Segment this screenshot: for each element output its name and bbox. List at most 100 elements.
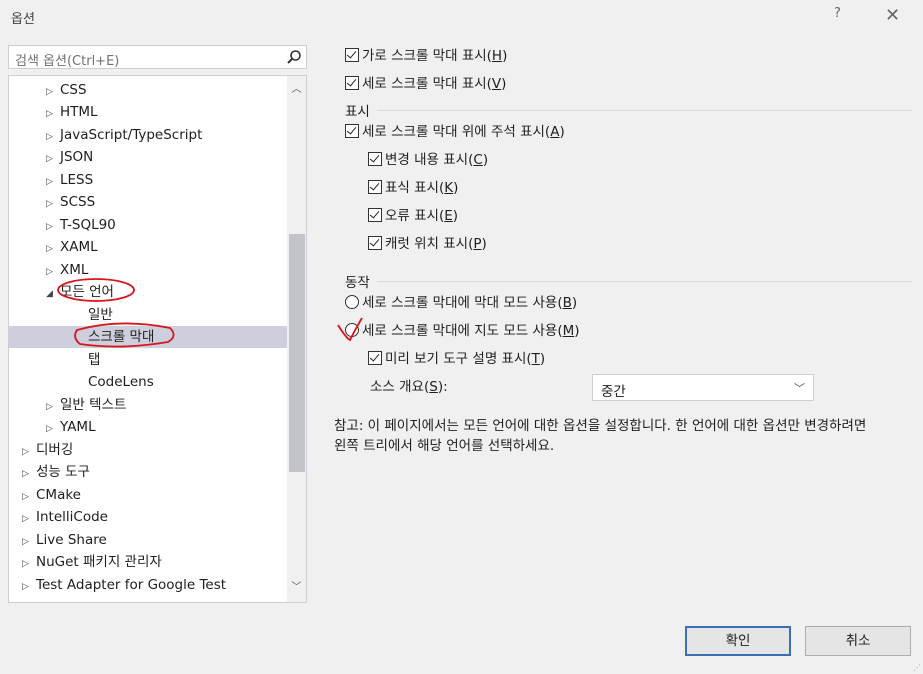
chevron-down-icon[interactable]: ﹀ bbox=[794, 380, 805, 396]
checkbox-checked-icon[interactable] bbox=[368, 180, 382, 194]
source-overview-label: 소스 개요(S): bbox=[370, 376, 448, 398]
v-scrollbar-checkbox[interactable]: 세로 스크롤 막대 표시(V) bbox=[345, 73, 506, 95]
tree-item-codelens[interactable]: CodeLens bbox=[88, 371, 154, 393]
expand-arrow-icon[interactable]: ▷ bbox=[46, 148, 60, 170]
tree-item-intellicode[interactable]: ▷ IntelliCode bbox=[22, 506, 108, 528]
expand-arrow-icon[interactable]: ▷ bbox=[46, 126, 60, 148]
tree-item-scss[interactable]: ▷ SCSS bbox=[46, 191, 95, 213]
tree-item-plain-text[interactable]: ▷ 일반 텍스트 bbox=[46, 394, 126, 416]
expand-arrow-icon[interactable]: ▷ bbox=[46, 396, 60, 418]
expand-arrow-icon[interactable]: ▷ bbox=[46, 238, 60, 260]
expand-arrow-icon[interactable]: ▷ bbox=[22, 486, 36, 508]
expand-arrow-icon[interactable]: ▷ bbox=[22, 441, 36, 463]
select-value: 중간 bbox=[601, 384, 626, 400]
show-changes-checkbox[interactable]: 변경 내용 표시(C) bbox=[368, 149, 488, 171]
show-caret-checkbox[interactable]: 캐럿 위치 표시(P) bbox=[368, 233, 487, 255]
expand-arrow-icon[interactable]: ▷ bbox=[22, 508, 36, 530]
show-marks-checkbox[interactable]: 표식 표시(K) bbox=[368, 177, 458, 199]
tree-item-yaml[interactable]: ▷ YAML bbox=[46, 416, 96, 438]
tree-item-label: 디버깅 bbox=[36, 442, 74, 458]
window-title: 옵션 bbox=[11, 12, 35, 27]
checkbox-checked-icon[interactable] bbox=[345, 48, 359, 62]
show-errors-checkbox[interactable]: 오류 표시(E) bbox=[368, 205, 458, 227]
tree-item-xml[interactable]: ▷ XML bbox=[46, 259, 88, 281]
tree-item-label: CodeLens bbox=[88, 374, 154, 390]
option-label-end: ): bbox=[437, 379, 448, 395]
expand-arrow-icon[interactable]: ▷ bbox=[46, 81, 60, 103]
tree-item-label: YAML bbox=[60, 419, 96, 435]
expand-arrow-icon[interactable]: ▷ bbox=[22, 576, 36, 598]
tree-item-all-languages[interactable]: ◢ 모든 언어 bbox=[46, 281, 114, 303]
checkbox-checked-icon[interactable] bbox=[368, 208, 382, 222]
search-input[interactable]: 검색 옵션(Ctrl+E) bbox=[8, 45, 307, 69]
resize-grip-icon[interactable]: ⋰ bbox=[913, 663, 921, 672]
option-label-end: ) bbox=[501, 76, 507, 92]
tree-item-debugging[interactable]: ▷ 디버깅 bbox=[22, 439, 73, 461]
option-label-end: ) bbox=[453, 180, 459, 196]
expand-arrow-icon[interactable]: ▷ bbox=[46, 193, 60, 215]
tree-item-live-share[interactable]: ▷ Live Share bbox=[22, 529, 107, 551]
expand-arrow-icon[interactable]: ▷ bbox=[46, 171, 60, 193]
checkbox-checked-icon[interactable] bbox=[368, 152, 382, 166]
close-button[interactable]: ✕ bbox=[885, 5, 900, 26]
expand-arrow-icon[interactable]: ▷ bbox=[22, 531, 36, 553]
tree-item-label: SCSS bbox=[60, 194, 96, 210]
expand-arrow-icon[interactable]: ▷ bbox=[22, 553, 36, 575]
tree-item-general[interactable]: 일반 bbox=[88, 304, 113, 326]
tree-item-tabs[interactable]: 탭 bbox=[88, 349, 100, 371]
tree-item-json[interactable]: ▷ JSON bbox=[46, 146, 93, 168]
access-key: M bbox=[562, 323, 575, 339]
tree-item-label: CSS bbox=[60, 82, 87, 98]
tree-item-javascript[interactable]: ▷ JavaScript/TypeScript bbox=[46, 124, 202, 146]
access-key: B bbox=[562, 295, 572, 311]
tree-item-perf-tools[interactable]: ▷ 성능 도구 bbox=[22, 461, 90, 483]
tree-item-label: 모든 언어 bbox=[60, 284, 114, 300]
expand-arrow-icon[interactable]: ▷ bbox=[46, 418, 60, 440]
tree-item-nuget[interactable]: ▷ NuGet 패키지 관리자 bbox=[22, 551, 162, 573]
options-tree[interactable]: ▷ CSS ▷ HTML ▷ JavaScript/TypeScript ▷ JSON … bbox=[8, 75, 307, 603]
h-scrollbar-checkbox[interactable]: 가로 스크롤 막대 표시(H) bbox=[345, 45, 507, 67]
option-label-end: ) bbox=[452, 208, 459, 224]
expand-arrow-icon[interactable]: ▷ bbox=[46, 216, 60, 238]
checkbox-checked-icon[interactable] bbox=[368, 236, 382, 250]
preview-tooltip-checkbox[interactable]: 미리 보기 도구 설명 표시(T) bbox=[368, 348, 545, 370]
source-overview-select[interactable]: 중간 ﹀ bbox=[592, 374, 814, 401]
scroll-up-icon[interactable]: ︿ bbox=[287, 80, 306, 100]
tree-item-label: T-SQL90 bbox=[60, 217, 116, 233]
tree-item-label: 일반 텍스트 bbox=[60, 397, 127, 413]
checkbox-checked-icon[interactable] bbox=[368, 351, 382, 365]
tree-item-less[interactable]: ▷ LESS bbox=[46, 169, 93, 191]
search-icon[interactable] bbox=[286, 49, 302, 65]
collapse-arrow-icon[interactable]: ◢ bbox=[46, 283, 60, 305]
tree-item-html[interactable]: ▷ HTML bbox=[46, 101, 98, 123]
tree-scrollbar[interactable]: ︿ ﹀ bbox=[287, 76, 306, 602]
search-placeholder: 검색 옵션(Ctrl+E) bbox=[15, 54, 120, 69]
expand-arrow-icon[interactable]: ▷ bbox=[22, 463, 36, 485]
scrollbar-thumb[interactable] bbox=[289, 234, 305, 472]
expand-arrow-icon[interactable]: ▷ bbox=[46, 103, 60, 125]
tree-item-tsql[interactable]: ▷ T-SQL90 bbox=[46, 214, 116, 236]
tree-item-google-test[interactable]: ▷ Test Adapter for Google Test bbox=[22, 574, 226, 596]
help-button[interactable]: ? bbox=[834, 6, 841, 21]
radio-selected-icon[interactable] bbox=[345, 323, 359, 337]
ok-button[interactable]: 확인 bbox=[685, 626, 791, 656]
tree-item-label: JSON bbox=[60, 149, 94, 165]
annotations-checkbox[interactable]: 세로 스크롤 막대 위에 주석 표시(A) bbox=[345, 121, 565, 143]
tree-item-xaml[interactable]: ▷ XAML bbox=[46, 236, 98, 258]
cancel-button[interactable]: 취소 bbox=[805, 626, 911, 656]
access-key: C bbox=[473, 152, 483, 168]
checkbox-checked-icon[interactable] bbox=[345, 124, 359, 138]
bar-mode-radio[interactable]: 세로 스크롤 막대에 막대 모드 사용(B) bbox=[345, 292, 577, 314]
checkbox-checked-icon[interactable] bbox=[345, 76, 359, 90]
tree-item-scrollbar[interactable]: 스크롤 막대 bbox=[9, 326, 287, 348]
access-key: E bbox=[444, 208, 453, 224]
tree-item-label: 스크롤 막대 bbox=[88, 329, 155, 345]
scroll-down-icon[interactable]: ﹀ bbox=[287, 578, 306, 598]
tree-item-cmake[interactable]: ▷ CMake bbox=[22, 484, 81, 506]
access-key: T bbox=[531, 351, 540, 367]
access-key: H bbox=[491, 48, 503, 64]
map-mode-radio[interactable]: 세로 스크롤 막대에 지도 모드 사용(M) bbox=[345, 320, 580, 342]
radio-unselected-icon[interactable] bbox=[345, 295, 359, 309]
expand-arrow-icon[interactable]: ▷ bbox=[46, 261, 60, 283]
tree-item-css[interactable]: ▷ CSS bbox=[46, 79, 87, 101]
